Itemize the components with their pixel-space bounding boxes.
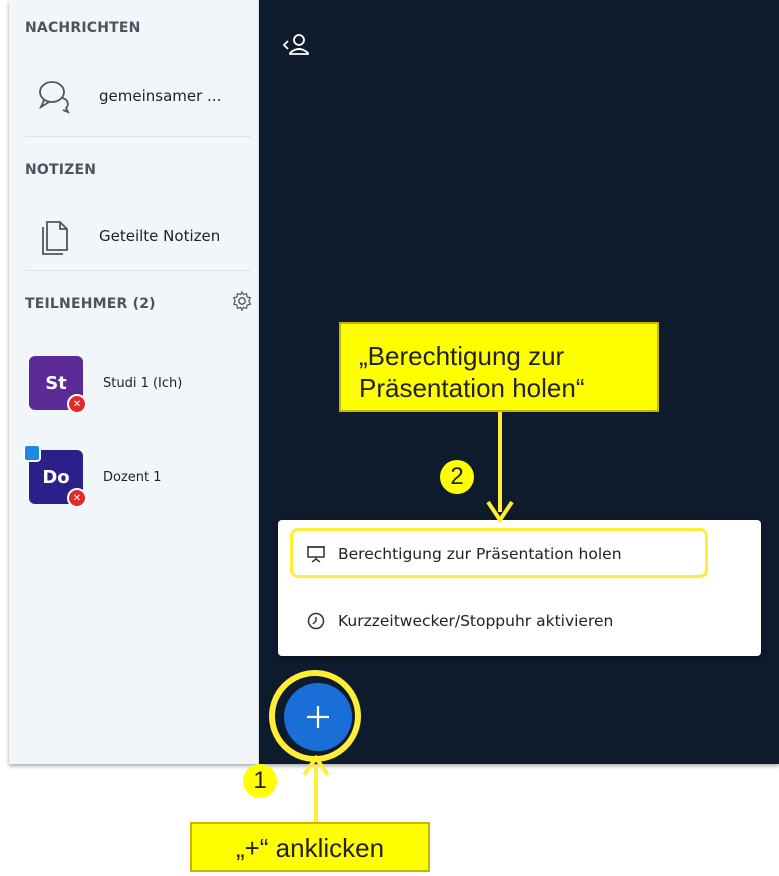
step-1-badge: 1 <box>243 764 277 798</box>
notes-section-title: NOTIZEN <box>25 162 97 178</box>
mic-muted-icon: ✕ <box>67 394 87 414</box>
arrow-up-icon <box>302 755 330 823</box>
divider <box>25 136 251 137</box>
mic-muted-icon: ✕ <box>67 488 87 508</box>
participant-name: Dozent 1 <box>103 470 162 485</box>
callout-click-plus: „+“ anklicken <box>190 822 430 872</box>
sidebar: NACHRICHTEN gemeinsamer ... NOTIZEN Gete… <box>9 0 259 764</box>
step-2-badge: 2 <box>440 460 474 494</box>
highlight-ring <box>269 670 361 762</box>
public-chat-item[interactable]: gemeinsamer ... <box>9 68 259 124</box>
shared-notes-item[interactable]: Geteilte Notizen <box>9 208 259 264</box>
timer-menu-item[interactable]: Kurzzeitwecker/Stoppuhr aktivieren <box>278 596 761 646</box>
highlight-box <box>290 528 708 578</box>
presenter-icon <box>23 444 41 462</box>
chat-icon <box>39 81 70 114</box>
gear-icon[interactable] <box>231 290 253 312</box>
document-icon <box>42 221 68 255</box>
menu-item-label: Kurzzeitwecker/Stoppuhr aktivieren <box>338 612 614 630</box>
participant-studi[interactable]: St ✕ Studi 1 (Ich) <box>9 356 259 416</box>
arrow-down-icon <box>486 412 514 524</box>
divider <box>25 270 251 271</box>
callout-line: Präsentation holen“ <box>359 373 585 403</box>
participant-name: Studi 1 (Ich) <box>103 376 183 391</box>
clock-icon <box>307 612 325 630</box>
collapse-userlist-icon[interactable] <box>280 30 320 60</box>
shared-notes-label: Geteilte Notizen <box>99 227 221 245</box>
public-chat-label: gemeinsamer ... <box>99 87 222 105</box>
callout-take-presenter: „Berechtigung zur Präsentation holen“ <box>339 322 659 412</box>
messages-section-title: NACHRICHTEN <box>25 20 141 36</box>
callout-line: „Berechtigung zur <box>359 341 565 371</box>
participants-section-title: TEILNEHMER (2) <box>25 296 156 312</box>
participant-dozent[interactable]: Do ✕ Dozent 1 <box>9 444 259 510</box>
